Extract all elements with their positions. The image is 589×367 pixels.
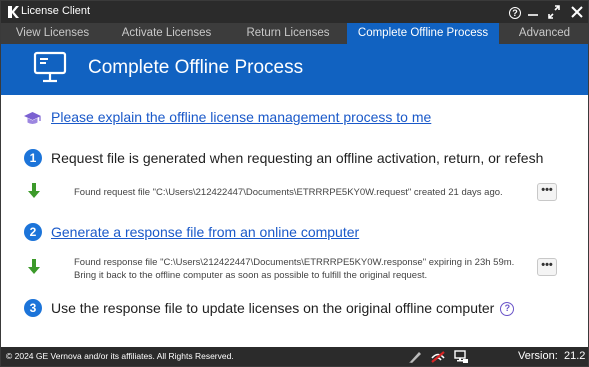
green-down-arrow-icon: [28, 259, 40, 274]
step-1-badge: 1: [24, 149, 42, 167]
close-icon: [571, 6, 583, 18]
graduation-cap-icon: [24, 112, 41, 124]
minimize-button[interactable]: [524, 3, 542, 21]
tab-complete-offline-process[interactable]: Complete Offline Process: [347, 23, 499, 44]
response-file-more-button[interactable]: •••: [537, 258, 557, 276]
license-client-window: License Client ? View Licenses Activate …: [0, 0, 589, 367]
monitor-icon: [33, 51, 67, 83]
version-label: Version:: [518, 350, 558, 362]
tab-return-licenses[interactable]: Return Licenses: [229, 23, 347, 44]
page-header: Complete Offline Process: [1, 44, 588, 95]
help-button[interactable]: ?: [506, 3, 524, 21]
tab-view-licenses[interactable]: View Licenses: [1, 23, 104, 44]
status-bar: © 2024 GE Vernova and/or its affiliates.…: [1, 347, 588, 366]
tab-bar: View Licenses Activate Licenses Return L…: [1, 23, 588, 44]
app-logo-icon: [8, 6, 19, 18]
window-title: License Client: [21, 5, 91, 17]
explain-row: Please explain the offline license manag…: [1, 108, 588, 128]
title-bar: License Client ?: [1, 1, 588, 23]
step-1-text: Request file is generated when requestin…: [51, 150, 544, 166]
green-down-arrow-icon: [28, 183, 40, 198]
computer-network-icon[interactable]: [453, 349, 469, 364]
minimize-icon: [528, 14, 538, 16]
step-3-row: Use the response file to update licenses…: [51, 300, 515, 318]
copyright-text: © 2024 GE Vernova and/or its affiliates.…: [6, 351, 234, 361]
response-file-status-line1: Found response file "C:\Users\212422447\…: [74, 257, 515, 268]
step-3-help-icon[interactable]: ?: [500, 301, 515, 316]
step-3-badge: 3: [24, 299, 42, 317]
maximize-icon: [548, 5, 560, 19]
response-file-status-line2: Bring it back to the offline computer as…: [74, 270, 428, 281]
response-file-status: Found response file "C:\Users\212422447\…: [74, 256, 514, 282]
step-2-badge: 2: [24, 223, 42, 241]
version-value: 21.2: [564, 350, 586, 362]
request-file-status: Found request file "C:\Users\212422447\D…: [74, 187, 503, 198]
close-button[interactable]: [568, 3, 586, 21]
no-connection-icon[interactable]: [430, 349, 446, 364]
step-3-text: Use the response file to update licenses…: [51, 300, 495, 316]
pen-icon[interactable]: [407, 349, 423, 364]
tab-activate-licenses[interactable]: Activate Licenses: [104, 23, 229, 44]
page-title: Complete Offline Process: [88, 57, 304, 78]
help-icon: ?: [509, 7, 521, 19]
generate-response-link[interactable]: Generate a response file from an online …: [51, 224, 359, 240]
explain-process-link[interactable]: Please explain the offline license manag…: [51, 109, 431, 125]
tab-advanced[interactable]: Advanced: [499, 23, 588, 44]
request-file-more-button[interactable]: •••: [537, 183, 557, 201]
maximize-button[interactable]: [545, 3, 563, 21]
